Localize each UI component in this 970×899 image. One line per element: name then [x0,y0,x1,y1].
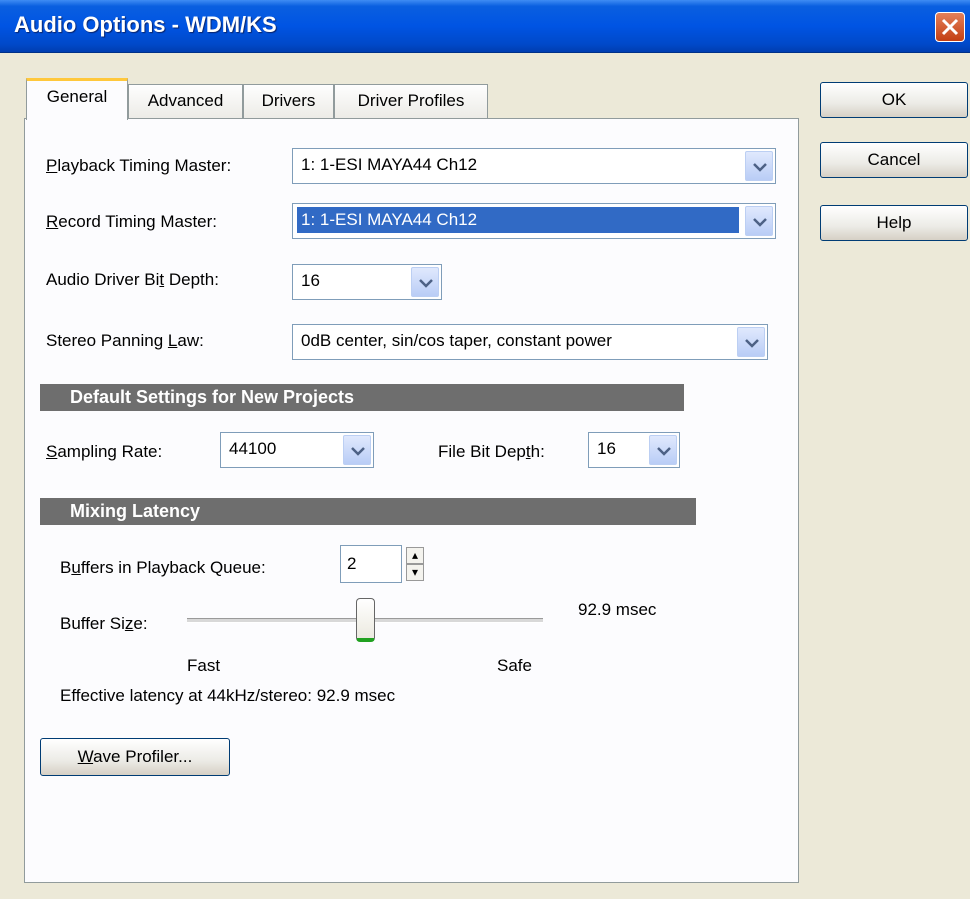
effective-latency-text: Effective latency at 44kHz/stereo: 92.9 … [60,686,396,705]
chevron-down-icon [351,447,365,456]
file-bit-depth-label: File Bit Depth: [438,442,545,461]
close-icon [941,18,959,36]
stereo-panning-law-value: 0dB center, sin/cos taper, constant powe… [301,331,612,350]
chevron-down-icon [419,279,433,288]
file-bit-depth-value: 16 [597,439,616,458]
dropdown-button[interactable] [737,327,765,357]
buffers-value: 2 [347,554,357,573]
file-bit-depth-select[interactable]: 16 [588,432,680,468]
help-label: Help [876,213,912,232]
tab-advanced-label: Advanced [147,91,224,110]
buffer-size-value: 92.9 msec [578,600,657,619]
playback-timing-master-value: 1: 1-ESI MAYA44 Ch12 [301,155,478,174]
spin-up-icon[interactable]: ▴ [406,547,424,564]
ok-label: OK [881,90,907,109]
record-timing-master-select[interactable]: 1: 1-ESI MAYA44 Ch12 [292,203,776,239]
help-button[interactable]: Help [820,205,968,241]
tab-driver-profiles[interactable]: Driver Profiles [334,84,488,119]
chevron-down-icon [753,218,767,227]
audio-driver-bit-depth-select[interactable]: 16 [292,264,442,300]
ok-button[interactable]: OK [820,82,968,118]
stereo-panning-law-select[interactable]: 0dB center, sin/cos taper, constant powe… [292,324,768,360]
tab-driver-profiles-label: Driver Profiles [357,91,465,110]
dropdown-button[interactable] [343,435,371,465]
dropdown-button[interactable] [649,435,677,465]
tab-general-label: General [46,87,108,106]
buffer-size-label: Buffer Size: [60,614,148,633]
record-timing-master-value: 1: 1-ESI MAYA44 Ch12 [297,207,739,233]
tab-drivers[interactable]: Drivers [243,84,334,119]
mixing-latency-header: Mixing Latency [40,498,696,525]
chevron-down-icon [745,339,759,348]
dropdown-button[interactable] [411,267,439,297]
stereo-panning-law-label: Stereo Panning Law: [46,331,204,350]
sampling-rate-label: Sampling Rate: [46,442,163,461]
chevron-down-icon [753,163,767,172]
title-bar[interactable]: Audio Options - WDM/KS [0,0,970,53]
close-button[interactable] [935,12,965,42]
sampling-rate-value: 44100 [229,439,277,458]
audio-driver-bit-depth-value: 16 [301,271,320,290]
buffers-in-playback-queue-label: Buffers in Playback Queue: [60,558,266,577]
buffers-in-playback-queue-input[interactable]: 2 [340,545,402,583]
playback-timing-master-select[interactable]: 1: 1-ESI MAYA44 Ch12 [292,148,776,184]
wave-profiler-button[interactable]: Wave Profiler... [40,738,230,776]
dropdown-button[interactable] [745,151,773,181]
cancel-button[interactable]: Cancel [820,142,968,178]
window-title: Audio Options - WDM/KS [14,12,277,37]
cancel-label: Cancel [867,150,921,169]
default-settings-header: Default Settings for New Projects [40,384,684,411]
record-timing-master-label: Record Timing Master: [46,212,218,231]
buffers-spinner[interactable]: ▴ ▾ [406,547,424,583]
audio-driver-bit-depth-label: Audio Driver Bit Depth: [46,270,219,289]
dropdown-button[interactable] [745,206,773,236]
safe-label: Safe [497,656,532,675]
buffer-size-slider-thumb[interactable] [355,598,375,642]
sampling-rate-select[interactable]: 44100 [220,432,374,468]
wave-profiler-mnemonic: W [77,747,94,766]
fast-label: Fast [187,656,221,675]
tab-drivers-label: Drivers [261,91,316,110]
spin-down-icon[interactable]: ▾ [406,564,424,581]
tab-advanced[interactable]: Advanced [128,84,243,119]
wave-profiler-label: ave Profiler... [93,747,193,766]
chevron-down-icon [657,447,671,456]
tab-general[interactable]: General [26,78,128,120]
playback-timing-master-label: Playback Timing Master: [46,156,232,175]
